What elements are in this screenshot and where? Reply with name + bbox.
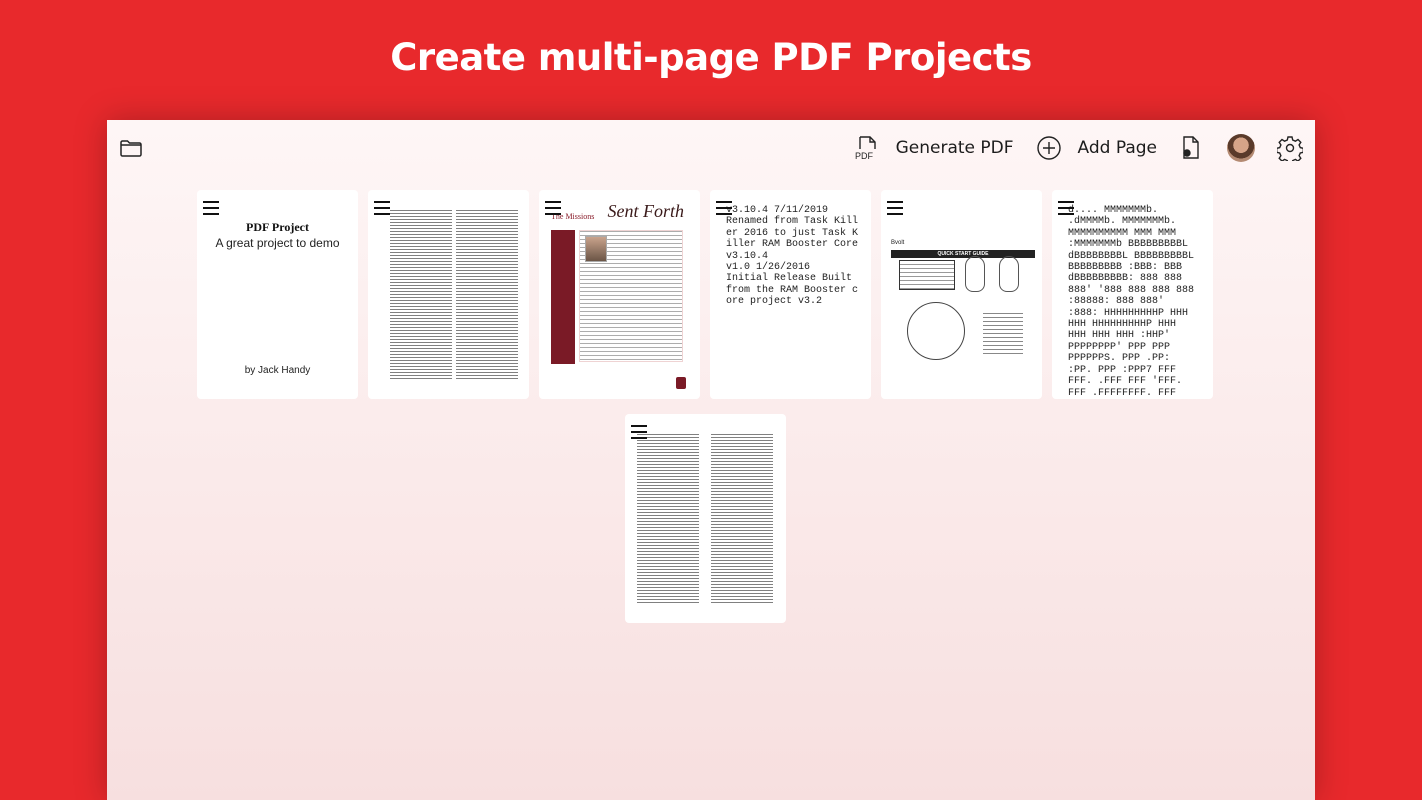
page-card-4[interactable]: v3.10.4 7/11/2019 Renamed from Task Kill…: [710, 190, 871, 399]
ascii-art-text: d.... MMMMMMMb. .dMMMMb. MMMMMMMb. MMMMM…: [1068, 205, 1195, 399]
guide-brand: Bvolt: [891, 240, 905, 246]
generate-pdf-button[interactable]: PDF Generate PDF: [854, 135, 1014, 161]
add-page-button[interactable]: Add Page: [1036, 135, 1157, 161]
svg-text:PDF: PDF: [855, 151, 874, 161]
page-card-2[interactable]: [368, 190, 529, 399]
file-settings-icon[interactable]: [1177, 135, 1203, 161]
user-avatar[interactable]: [1227, 134, 1255, 162]
drag-handle-icon[interactable]: [545, 201, 561, 215]
changelog-text: v3.10.4 7/11/2019 Renamed from Task Kill…: [726, 205, 859, 308]
page-thumbnail: [376, 204, 521, 389]
drag-handle-icon[interactable]: [716, 201, 732, 215]
legend-list: [983, 310, 1023, 356]
project-subtitle: A great project to demo: [215, 236, 340, 250]
project-author: by Jack Handy: [244, 365, 311, 376]
page-card-7[interactable]: [625, 414, 786, 623]
gear-icon[interactable]: [1277, 135, 1303, 161]
warning-box: [899, 260, 955, 290]
folder-icon[interactable]: [119, 136, 143, 160]
newsletter-masthead: The Missions Sent Forth: [547, 200, 692, 226]
page-card-6[interactable]: d.... MMMMMMMb. .dMMMMb. MMMMMMMb. MMMMM…: [1052, 190, 1213, 399]
add-circle-icon: [1036, 135, 1062, 161]
drag-handle-icon[interactable]: [631, 425, 647, 439]
drag-handle-icon[interactable]: [1058, 201, 1074, 215]
app-window: PDF Generate PDF Add Page PDF Project A …: [107, 120, 1315, 800]
drag-handle-icon[interactable]: [374, 201, 390, 215]
drag-handle-icon[interactable]: [887, 201, 903, 215]
page-card-5[interactable]: Bvolt QUICK START GUIDE: [881, 190, 1042, 399]
page-card-3[interactable]: The Missions Sent Forth: [539, 190, 700, 399]
mouse-illustration: [999, 256, 1019, 292]
add-page-label: Add Page: [1077, 138, 1157, 158]
toolbar: PDF Generate PDF Add Page: [854, 132, 1315, 164]
mouse-illustration: [965, 256, 985, 292]
newsletter-title: Sent Forth: [607, 201, 685, 221]
quick-start-guide: Bvolt QUICK START GUIDE: [891, 240, 1035, 364]
page-card-1[interactable]: PDF Project A great project to demo by J…: [197, 190, 358, 399]
newsletter-sidebar: [551, 230, 575, 364]
generate-pdf-label: Generate PDF: [895, 138, 1014, 158]
newsletter-photo: [585, 236, 607, 262]
pdf-file-icon: PDF: [854, 135, 880, 161]
button-diagram: [907, 302, 965, 360]
drag-handle-icon[interactable]: [203, 201, 219, 215]
project-title: PDF Project: [246, 220, 309, 234]
page-thumbnail: [633, 428, 778, 613]
headline: Create multi-page PDF Projects: [390, 36, 1032, 79]
newsletter-seal: [676, 377, 686, 389]
